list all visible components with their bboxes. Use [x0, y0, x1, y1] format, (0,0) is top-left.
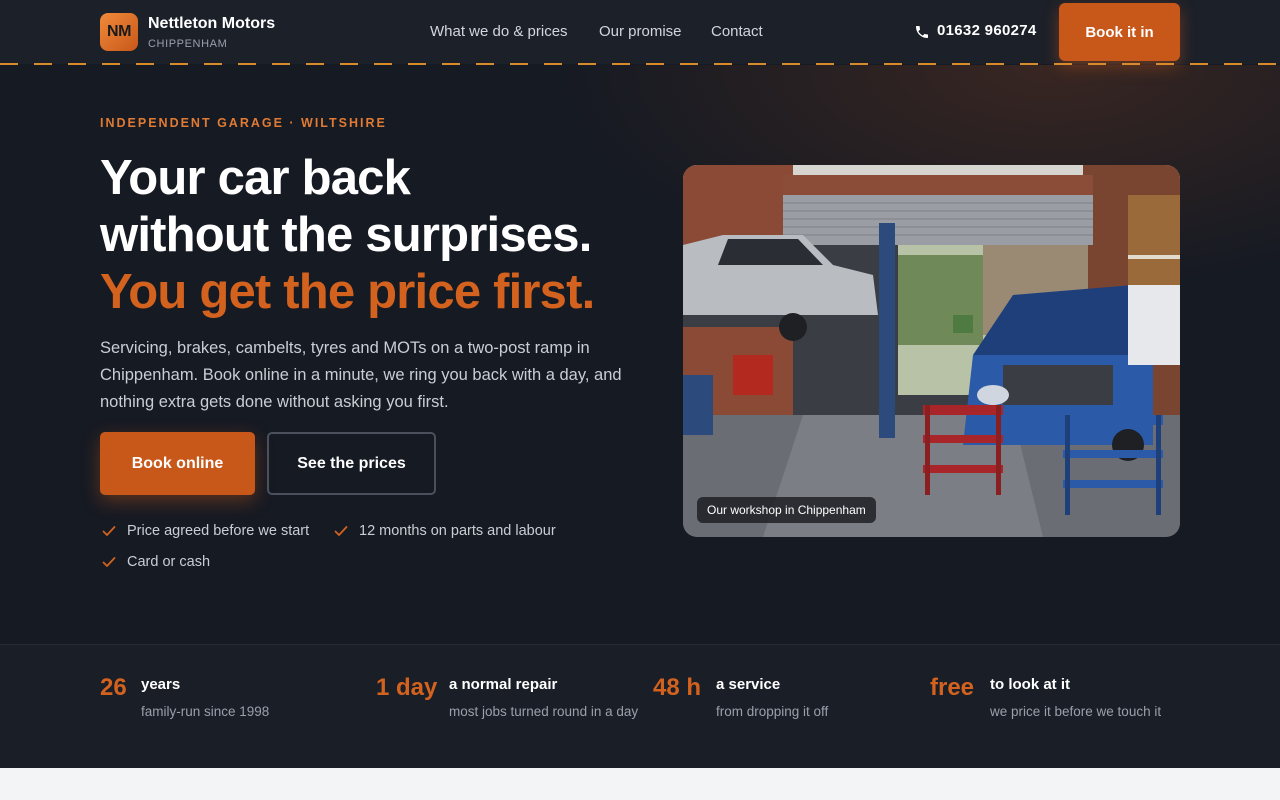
- stat-description: from dropping it off: [716, 704, 829, 719]
- check-icon: [102, 557, 116, 567]
- next-section-edge: [0, 768, 1280, 800]
- check-item: Price agreed before we start: [101, 523, 309, 539]
- check-label: 12 months on parts and labour: [359, 523, 556, 539]
- workshop-photo: Our workshop in Chippenham: [683, 165, 1180, 537]
- book-online-button[interactable]: Book online: [100, 432, 255, 495]
- stat-description: we price it before we touch it: [990, 704, 1162, 719]
- brand-location: CHIPPENHAM: [148, 38, 228, 50]
- check-item: 12 months on parts and labour: [333, 523, 556, 539]
- stat-value: 48 h: [653, 674, 702, 701]
- headline-accent: You get the price first.: [100, 265, 595, 319]
- check-item: Card or cash: [101, 554, 210, 570]
- hero-lede: Servicing, brakes, cambelts, tyres and M…: [100, 339, 622, 411]
- check-icon: [102, 526, 116, 536]
- site-header: NM Nettleton Motors CHIPPENHAM What we d…: [0, 0, 1280, 64]
- stat-label: a service: [716, 676, 781, 693]
- headline-line-2: without the surprises.: [100, 208, 592, 262]
- stat-value: free: [930, 674, 975, 701]
- nav-link-services[interactable]: What we do & prices: [430, 23, 568, 40]
- stat-value: 26: [100, 674, 127, 701]
- photo-caption: Our workshop in Chippenham: [697, 497, 876, 523]
- hero-eyebrow: INDEPENDENT GARAGE · WILTSHIRE: [100, 116, 387, 130]
- logo-mark[interactable]: NM: [100, 13, 138, 51]
- workshop-illustration: [683, 165, 1180, 537]
- see-prices-button[interactable]: See the prices: [267, 432, 436, 495]
- stat-label: a normal repair: [449, 676, 558, 693]
- check-label: Card or cash: [127, 554, 211, 570]
- check-label: Price agreed before we start: [127, 523, 310, 539]
- stat-label: to look at it: [990, 676, 1070, 693]
- hero-headline: Your car back without the surprises. You…: [100, 150, 660, 321]
- book-it-in-button[interactable]: Book it in: [1059, 3, 1180, 61]
- stat-label: years: [141, 676, 181, 693]
- phone-icon: [916, 26, 928, 38]
- stat-description: family-run since 1998: [141, 704, 270, 719]
- stats-strip: 26 years family-run since 1998 1 day a n…: [0, 644, 1280, 768]
- nav-link-contact[interactable]: Contact: [711, 23, 763, 40]
- stat-value: 1 day: [376, 674, 438, 701]
- phone-number[interactable]: 01632 960274: [937, 22, 1037, 39]
- stat-description: most jobs turned round in a day: [449, 704, 639, 719]
- brand-name[interactable]: Nettleton Motors: [148, 15, 275, 33]
- headline-line-1: Your car back: [100, 151, 411, 205]
- nav-link-promise[interactable]: Our promise: [599, 23, 682, 40]
- check-icon: [334, 526, 348, 536]
